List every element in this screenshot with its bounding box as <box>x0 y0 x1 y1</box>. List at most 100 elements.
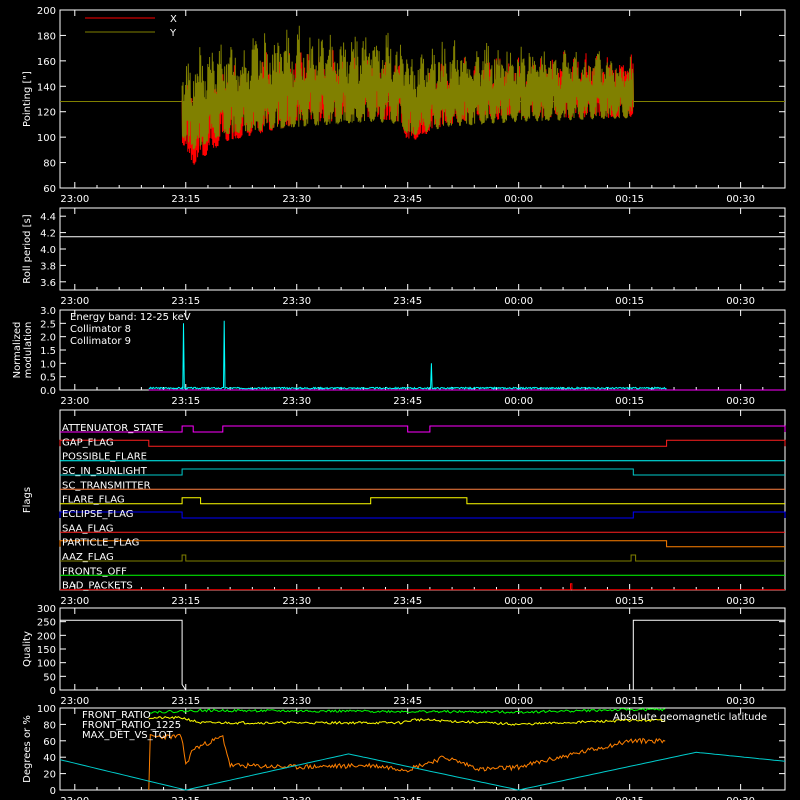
ratios-xtick-label: 23:45 <box>393 796 422 800</box>
quality-ytick-label: 0 <box>50 686 56 697</box>
pointing-xtick-label: 23:45 <box>393 194 422 205</box>
collimator-8-series <box>148 320 667 391</box>
ratios-ytick-label: 100 <box>37 704 56 715</box>
flag-label: SAA_FLAG <box>62 523 113 534</box>
modulation-xtick-label: 23:45 <box>393 396 422 407</box>
quality-ytick-label: 50 <box>43 672 56 683</box>
quality-xtick-label: 00:00 <box>504 696 533 707</box>
roll-ytick-label: 3.6 <box>40 278 56 289</box>
pointing-ytick-label: 160 <box>37 57 56 68</box>
pointing-ytick-label: 140 <box>37 82 56 93</box>
roll-xtick-label: 23:00 <box>60 296 89 307</box>
quality-xtick-label: 23:30 <box>282 696 311 707</box>
roll-xtick-label: 00:30 <box>726 296 755 307</box>
pointing-ytick-label: 80 <box>43 159 56 170</box>
flag-line-sc-in-sunlight <box>60 468 785 476</box>
quality-ylabel: Quality <box>22 631 33 667</box>
flags-ylabel: Flags <box>22 487 33 513</box>
quality-series <box>60 619 785 691</box>
flag-label: ECLIPSE_FLAG <box>62 509 133 520</box>
ratios-legend-label: MAX_DET_VS_TOT <box>82 730 174 741</box>
roll-ylabel: Roll period [s] <box>22 214 33 283</box>
pointing-ytick-label: 200 <box>37 6 56 17</box>
ratios-xtick-label: 00:15 <box>615 796 644 800</box>
pointing-ytick-label: 120 <box>37 108 56 119</box>
pointing-xtick-label: 23:15 <box>171 194 200 205</box>
quality-ytick-label: 200 <box>37 631 56 642</box>
ratios-xtick-label: 23:00 <box>60 796 89 800</box>
ratios-ytick-label: 0 <box>50 786 56 797</box>
quality-xtick-label: 23:45 <box>393 696 422 707</box>
roll-ytick-label: 3.8 <box>40 261 56 272</box>
roll-frame <box>59 207 786 291</box>
flag-label: FRONTS_OFF <box>62 566 127 577</box>
ratios-ytick-label: 60 <box>43 737 56 748</box>
modulation-ytick-label: 2.5 <box>40 319 56 330</box>
flags-xtick-label: 00:00 <box>504 596 533 607</box>
modulation-xtick-label: 00:30 <box>726 396 755 407</box>
pointing-ytick-label: 180 <box>37 31 56 42</box>
quality-xtick-label: 00:30 <box>726 696 755 707</box>
modulation-ylabel: Normalized <box>12 322 23 379</box>
flag-label: POSSIBLE_FLARE <box>62 452 147 463</box>
flag-label: ATTENUATOR_STATE <box>62 423 163 434</box>
ratios-xtick-label: 00:30 <box>726 796 755 800</box>
flag-line-gap-flag <box>59 439 786 447</box>
ratios-series-1 <box>148 707 666 714</box>
flag-line-bad-packets <box>60 583 785 591</box>
ratios-ylabel: Degrees or % <box>22 715 33 783</box>
flag-line-eclipse-flag <box>59 511 786 519</box>
pointing-ytick-label: 60 <box>43 184 56 195</box>
quality-xtick-label: 23:15 <box>171 696 200 707</box>
roll-xtick-label: 00:15 <box>615 296 644 307</box>
ratios-series-0 <box>148 715 666 726</box>
ratios-xtick-label: 23:15 <box>171 796 200 800</box>
flag-label: SC_IN_SUNLIGHT <box>62 466 148 477</box>
modulation-ylabel: modulation <box>23 322 34 379</box>
modulation-annotation: Energy band: 12-25 keV <box>70 312 191 323</box>
chart-canvas: 23:00 23:15 23:30 23:45 00:00 00:15 00:30 60 80 1… <box>12 6 786 800</box>
quality-xtick-label: 23:00 <box>60 696 89 707</box>
pointing-xtick-label: 23:00 <box>60 194 89 205</box>
quality-ytick-label: 300 <box>37 604 56 615</box>
pointing-ytick-label: 100 <box>37 133 56 144</box>
flag-label: BAD_PACKETS <box>62 581 133 592</box>
flag-label: GAP_FLAG <box>62 437 114 448</box>
ratios-xtick-label: 00:00 <box>504 796 533 800</box>
ratios-ytick-label: 80 <box>43 720 56 731</box>
modulation-ytick-label: 1.5 <box>40 346 56 357</box>
roll-ytick-label: 4.2 <box>40 229 56 240</box>
pointing-xtick-label: 00:15 <box>615 194 644 205</box>
pointing-ylabel: Pointing ["] <box>22 71 33 127</box>
quality-ytick-label: 150 <box>37 645 56 656</box>
quality-xtick-label: 00:15 <box>615 696 644 707</box>
ratios-ytick-label: 40 <box>43 753 56 764</box>
modulation-ytick-label: 1.0 <box>40 359 56 370</box>
modulation-legend-label: Collimator 9 <box>70 336 131 347</box>
flag-line-flare-flag <box>60 497 785 505</box>
flags-frame <box>59 409 786 591</box>
modulation-ytick-label: 0.0 <box>40 386 56 397</box>
flag-line-particle-flag <box>59 540 785 548</box>
flag-label: PARTICLE_FLAG <box>62 538 139 549</box>
ratios-ytick-label: 20 <box>43 770 56 781</box>
ratios-series-2 <box>148 733 666 791</box>
modulation-xtick-label: 23:30 <box>282 396 311 407</box>
ratios-annotation: Absolute geomagnetic latitude <box>613 712 767 723</box>
flag-label: FLARE_FLAG <box>62 495 125 506</box>
modulation-ytick-label: 0.5 <box>40 373 56 384</box>
pointing-xtick-label: 00:30 <box>726 194 755 205</box>
modulation-xtick-label: 23:00 <box>60 396 89 407</box>
roll-xtick-label: 23:15 <box>171 296 200 307</box>
flags-xtick-label: 00:15 <box>615 596 644 607</box>
pointing-legend-label: Y <box>169 28 177 39</box>
modulation-legend-label: Collimator 8 <box>70 324 131 335</box>
rhessi-quicklook-plot: 23:00 23:15 23:30 23:45 00:00 00:15 00:30 60 80 1… <box>0 0 800 800</box>
pointing-legend-label: X <box>170 14 177 25</box>
roll-xtick-label: 23:45 <box>393 296 422 307</box>
flags-xtick-label: 23:30 <box>282 596 311 607</box>
flag-line-aaz-flag <box>60 554 785 562</box>
roll-ytick-label: 4.4 <box>40 212 56 223</box>
flags-xtick-label: 23:45 <box>393 596 422 607</box>
roll-xtick-label: 00:00 <box>504 296 533 307</box>
